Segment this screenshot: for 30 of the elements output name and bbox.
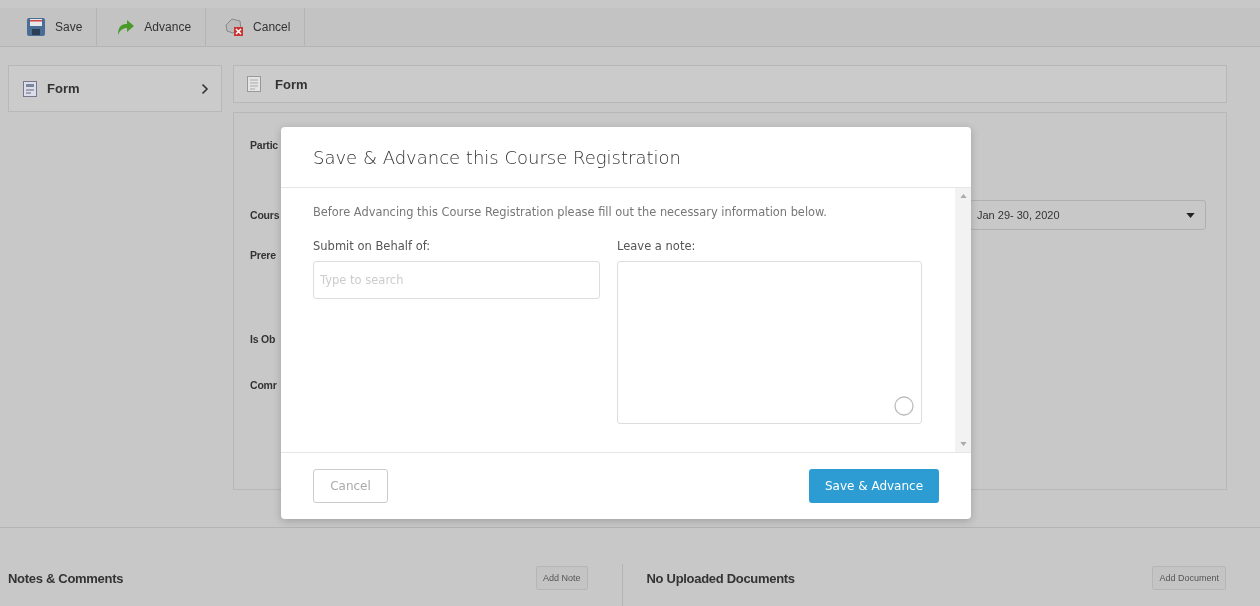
dialog-title: Save & Advance this Course Registration xyxy=(313,146,681,168)
field-label: Partic xyxy=(250,139,278,151)
toolbar-button[interactable]: Save xyxy=(8,8,98,46)
dialog-description: Before Advancing this Course Registration please fill out the necessary information below. xyxy=(313,205,828,219)
section-title: No Uploaded Documents xyxy=(646,570,795,586)
scroll-up-icon xyxy=(959,194,967,198)
sidebar-item[interactable]: Form xyxy=(8,65,222,112)
course-dropdown[interactable]: Jan 29- 30, 2020 xyxy=(970,200,1206,230)
note-field[interactable] xyxy=(617,261,922,424)
field-label: Leave a note: xyxy=(617,239,697,253)
toolbar-button[interactable]: Advance xyxy=(97,8,207,46)
sidebar-label: Form xyxy=(47,81,81,96)
field-label: Submit on Behalf of: xyxy=(313,239,432,253)
caret-icon xyxy=(1186,212,1195,218)
form-icon xyxy=(23,80,37,97)
field-label: Comr xyxy=(250,379,277,391)
add-document-button[interactable]: Add Document xyxy=(1152,566,1226,590)
field-label: Is Ob xyxy=(250,333,276,345)
field-label: Prere xyxy=(250,249,276,261)
section-title: Notes & Comments xyxy=(8,570,124,586)
document-icon xyxy=(247,76,261,92)
panel-title: Form xyxy=(275,76,308,92)
curved-arrow-icon xyxy=(115,17,136,37)
field-label: Cours xyxy=(250,209,280,221)
circle-icon xyxy=(894,396,914,416)
toolbar-button[interactable]: Cancel xyxy=(206,8,306,46)
add-note-button[interactable]: Add Note xyxy=(535,566,588,590)
document-delete-icon xyxy=(224,17,245,37)
scrollbar[interactable] xyxy=(955,188,971,452)
scroll-down-icon xyxy=(959,442,967,446)
